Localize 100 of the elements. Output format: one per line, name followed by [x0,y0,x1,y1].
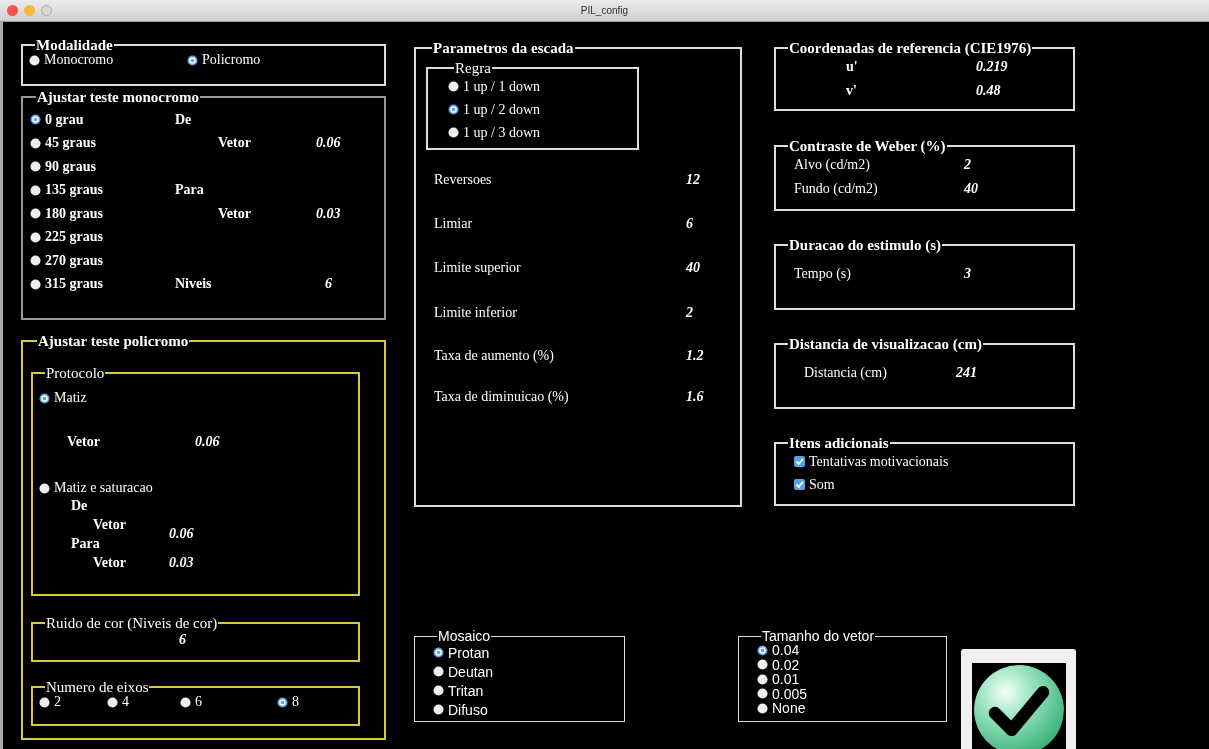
radio-label: 0.02 [772,656,800,673]
radio-button[interactable] [30,137,41,149]
radio-label: Policromo [202,52,261,68]
value-text: 0.219 [976,59,1009,75]
radio-label: 8 [292,694,299,710]
close-icon[interactable] [7,5,18,16]
radio-button[interactable] [757,644,768,656]
radio-label: 135 graus [45,182,103,199]
field-label: Vetor [92,516,127,533]
checkbox-label: Som [809,476,835,493]
radio-button[interactable] [448,127,459,138]
field-label: Limite superior [434,260,522,276]
field-label: Vetor [67,434,101,450]
radio-label: Monocromo [44,52,114,68]
radio-button[interactable] [448,81,459,92]
radio-label: None [772,700,806,717]
value-text: 12 [686,172,701,188]
radio-label: 0.005 [772,685,808,702]
radio-label: 270 graus [45,252,103,269]
confirm-button[interactable] [961,649,1076,749]
radio-label: 4 [122,694,129,710]
value-text: 0.03 [169,554,195,571]
radio-button[interactable] [433,685,444,696]
field-label: Vetor [92,554,127,571]
field-label: Vetor [218,205,252,222]
value-text: 0.06 [316,135,342,152]
field-label: Reversoes [434,172,493,188]
radio-label: 180 graus [45,205,103,222]
value-text: 40 [964,181,979,197]
group-title: Coordenadas de referencia (CIE1976) [788,41,1033,55]
field-label: Tempo (s) [794,266,852,282]
value-text: 0.06 [195,434,221,450]
group-title: Mosaico [437,630,492,643]
field-label: Alvo (cd/m2) [794,157,871,173]
field-label: Distancia (cm) [804,365,888,381]
checkbox[interactable] [794,479,805,490]
value-text: 6 [686,216,694,232]
radio-button[interactable] [39,696,50,708]
group-title: Parametros da escada [432,41,575,55]
value-text: 6 [178,632,186,648]
radio-button[interactable] [30,184,41,196]
radio-label: 2 [54,694,61,710]
radio-button[interactable] [757,688,768,700]
value-text: 40 [686,260,701,276]
value-text: 0.03 [316,205,342,222]
radio-button[interactable] [30,208,41,220]
checkbox[interactable] [794,456,805,467]
radio-button[interactable] [39,482,50,494]
radio-button[interactable] [433,704,444,715]
field-label: Niveis [175,276,213,293]
radio-button[interactable] [30,114,41,126]
group-title: Contraste de Weber (%) [788,139,947,153]
radio-button[interactable] [180,696,191,708]
radio-label: 0 grau [45,111,84,128]
radio-button[interactable] [30,161,41,173]
radio-label: Tritan [448,682,484,699]
value-text: 2 [686,304,694,321]
radio-button[interactable] [433,647,444,658]
radio-label: 225 graus [45,229,103,246]
group-title: Regra [454,61,492,75]
radio-button[interactable] [187,54,198,66]
radio-button[interactable] [29,54,40,66]
radio-label: 0.01 [772,671,800,688]
radio-button[interactable] [757,659,768,671]
field-label: Vetor [218,135,252,152]
value-text: 0.06 [169,526,195,542]
value-text: 6 [324,276,333,293]
radio-label: 45 graus [45,135,96,152]
value-text: 0.48 [976,83,1002,99]
group-title: Tamanho do vetor [761,630,876,643]
radio-button[interactable] [30,278,41,290]
value-text: 3 [964,266,972,282]
radio-button[interactable] [107,696,118,708]
field-label: Para [175,182,205,199]
radio-label: Matiz [54,390,87,406]
field-label: u' [846,59,859,75]
radio-label: 1 up / 1 down [463,78,540,95]
radio-button[interactable] [433,666,444,677]
radio-button[interactable] [757,702,768,714]
field-label: De [70,497,89,514]
checkbox-label: Tentativas motivacionais [809,453,949,470]
radio-button[interactable] [448,104,459,115]
value-text: 1.2 [686,348,705,364]
radio-button[interactable] [30,255,41,267]
radio-label: 1 up / 3 down [463,124,540,141]
radio-button[interactable] [39,392,50,404]
radio-button[interactable] [277,696,288,708]
radio-label: Matiz e saturacao [54,480,153,496]
window-title: PIL_config [580,5,629,16]
checkmark-icon [971,663,1066,749]
radio-button[interactable] [757,673,768,685]
group-title: Ruido de cor (Niveis de cor) [45,616,219,630]
radio-label: Protan [448,644,490,661]
radio-button[interactable] [30,231,41,243]
field-label: De [175,111,193,128]
group-title: Ajustar teste policromo [37,334,190,348]
group-title: Protocolo [45,366,106,380]
radio-label: 315 graus [45,276,103,293]
radio-label: 90 graus [45,158,96,175]
field-label: Taxa de diminuicao (%) [434,389,570,405]
